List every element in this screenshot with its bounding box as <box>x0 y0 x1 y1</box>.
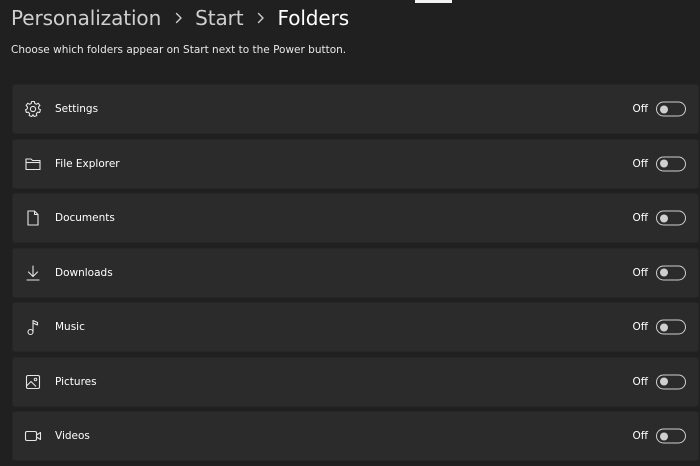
page-title: Folders <box>277 6 350 30</box>
breadcrumb: Personalization Start Folders <box>11 2 349 34</box>
folder-label-settings: Settings <box>55 103 99 115</box>
picture-icon <box>24 373 42 391</box>
pictures-toggle[interactable] <box>656 374 686 389</box>
settings-toggle[interactable] <box>656 101 686 117</box>
document-icon <box>24 209 42 227</box>
breadcrumb-personalization[interactable]: Personalization <box>11 2 161 34</box>
toggle-state-text: Off <box>632 103 649 115</box>
chevron-right-icon <box>249 2 273 34</box>
folder-label-pictures: Pictures <box>55 375 97 388</box>
video-camera-icon <box>24 427 42 445</box>
window-edge-strip <box>415 0 452 3</box>
videos-toggle[interactable] <box>656 428 686 444</box>
folder-label-videos: Videos <box>55 430 90 442</box>
folders-list: Settings Off File Explorer Off Documents… <box>12 84 699 466</box>
toggle-knob <box>660 105 668 113</box>
toggle-knob <box>660 159 668 168</box>
file-explorer-toggle[interactable] <box>656 156 686 171</box>
documents-toggle[interactable] <box>656 210 686 226</box>
music-note-icon <box>24 318 42 336</box>
gear-icon <box>24 100 42 118</box>
toggle-state-text: Off <box>632 212 649 224</box>
toggle-knob <box>660 323 668 331</box>
folder-label-downloads: Downloads <box>55 266 113 279</box>
folder-row-downloads[interactable]: Downloads Off <box>12 247 699 298</box>
toggle-knob <box>660 214 668 222</box>
folder-row-documents[interactable]: Documents Off <box>12 193 699 243</box>
breadcrumb-start[interactable]: Start <box>195 2 243 34</box>
folder-icon <box>24 155 42 173</box>
folder-row-pictures[interactable]: Pictures Off <box>12 356 699 407</box>
folder-row-settings[interactable]: Settings Off <box>12 84 699 134</box>
chevron-right-icon <box>166 2 190 34</box>
toggle-knob <box>660 268 668 277</box>
toggle-state-text: Off <box>632 375 649 388</box>
folder-row-file-explorer[interactable]: File Explorer Off <box>12 138 699 189</box>
toggle-knob <box>660 432 668 440</box>
folder-label-documents: Documents <box>55 212 115 224</box>
toggle-state-text: Off <box>632 266 649 279</box>
folder-row-music[interactable]: Music Off <box>12 302 699 352</box>
folder-label-file-explorer: File Explorer <box>55 157 120 170</box>
folder-row-videos[interactable]: Videos Off <box>12 411 699 461</box>
page-description: Choose which folders appear on Start nex… <box>11 44 347 56</box>
download-icon <box>24 264 42 282</box>
toggle-state-text: Off <box>632 157 649 170</box>
downloads-toggle[interactable] <box>656 265 686 280</box>
toggle-state-text: Off <box>632 321 649 333</box>
toggle-knob <box>660 377 668 386</box>
toggle-state-text: Off <box>632 430 649 442</box>
music-toggle[interactable] <box>656 319 686 335</box>
folder-label-music: Music <box>55 321 85 333</box>
